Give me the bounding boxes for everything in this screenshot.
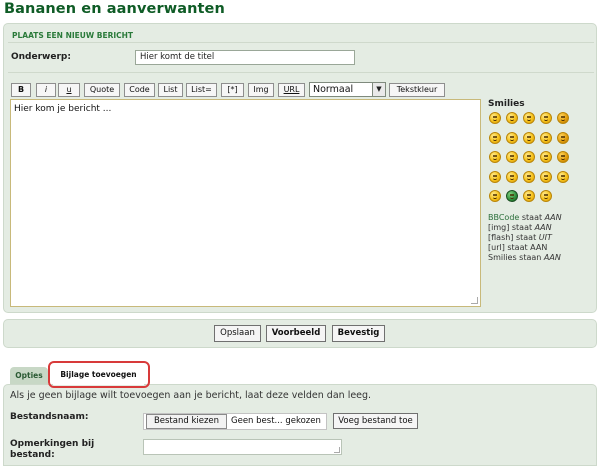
smiley-idea-icon[interactable] (540, 170, 552, 183)
remarks-label-line2: bestand: (10, 450, 55, 460)
smiley-wink-icon[interactable] (523, 112, 535, 124)
preview-button[interactable]: Voorbeeld (266, 325, 326, 342)
smiley-alien-icon[interactable] (506, 190, 518, 202)
remarks-label: Opmerkingen bij bestand: (10, 439, 94, 461)
bold-button[interactable]: B (11, 83, 31, 97)
save-button[interactable]: Opslaan (214, 325, 261, 342)
chevron-down-icon[interactable]: ▼ (372, 83, 385, 96)
smiley-confused-icon[interactable] (489, 131, 501, 144)
list-button[interactable]: List (158, 83, 183, 97)
quote-button[interactable]: Quote (84, 83, 120, 97)
smiley-cool-icon[interactable] (540, 112, 552, 124)
resize-grip-icon[interactable] (471, 297, 478, 304)
font-size-select[interactable]: Normaal ▼ (309, 82, 386, 97)
flash-status: [flash] staat UIT (488, 233, 552, 242)
img-button[interactable]: Img (248, 83, 274, 97)
smiley-exclaim-icon[interactable] (506, 170, 518, 183)
smiley-grin-icon[interactable] (489, 112, 501, 124)
list-item-button[interactable]: [*] (221, 83, 244, 97)
bbcode-status-value: AAN (544, 213, 562, 222)
page-title: Bananen en aanverwanten (4, 1, 225, 17)
section-heading: PLAATS EEN NIEUW BERICHT (12, 31, 134, 40)
subject-input[interactable]: Hier komt de titel (135, 50, 355, 65)
smiley-shocked-icon[interactable] (557, 112, 569, 124)
smiley-mad-icon[interactable] (506, 151, 518, 163)
no-file-text: Geen best... gekozen (231, 416, 321, 426)
bbcode-status-text: staat (521, 213, 543, 222)
smiley-angry-icon[interactable] (489, 151, 501, 163)
flash-status-value: UIT (538, 233, 552, 242)
smilies-title: Smilies (488, 99, 525, 109)
subject-label: Onderwerp: (11, 52, 71, 62)
resize-grip-icon[interactable] (334, 447, 340, 453)
img-status: [img] staat AAN (488, 223, 552, 232)
smiley-neutral-icon[interactable] (523, 151, 535, 163)
img-status-value: AAN (534, 223, 552, 232)
heading-divider (8, 42, 594, 43)
img-status-text: [img] staat (488, 223, 533, 232)
add-file-button[interactable]: Voeg bestand toe (333, 413, 418, 429)
message-text: Hier kom je bericht ... (14, 104, 112, 114)
smilies-status-text: Smilies staan (488, 253, 542, 262)
smiley-geek-icon[interactable] (540, 190, 552, 202)
list-numbered-button[interactable]: List= (186, 83, 217, 97)
font-size-value: Normaal (313, 84, 354, 95)
confirm-button[interactable]: Bevestig (332, 325, 385, 342)
url-status: [url] staat AAN (488, 243, 548, 252)
flash-status-text: [flash] staat (488, 233, 537, 242)
subject-divider (8, 72, 594, 73)
tab-highlight (48, 361, 150, 388)
smiley-puzzled-icon[interactable] (489, 190, 501, 202)
smiley-arrow-icon[interactable] (557, 170, 569, 183)
smiley-question-icon[interactable] (523, 170, 535, 183)
remarks-label-line1: Opmerkingen bij (10, 439, 95, 449)
text-color-button[interactable]: Tekstkleur (389, 83, 445, 97)
smiley-tongue-icon[interactable] (489, 170, 501, 183)
bbcode-link[interactable]: BBCode (488, 213, 519, 222)
italic-button[interactable]: i (36, 83, 56, 97)
smiley-happy-icon[interactable] (506, 112, 518, 124)
message-textarea[interactable]: Hier kom je bericht ... (10, 99, 481, 307)
choose-file-button[interactable]: Bestand kiezen (146, 414, 227, 429)
smiley-nerd-icon[interactable] (523, 190, 535, 202)
remarks-textarea[interactable] (143, 439, 342, 455)
smiley-evil-icon[interactable] (557, 131, 569, 144)
bbcode-status: BBCode staat AAN (488, 213, 562, 222)
smiley-sad-icon[interactable] (506, 131, 518, 144)
url-button[interactable]: URL (278, 83, 305, 97)
smilies-status: Smilies staan AAN (488, 253, 561, 262)
tab-options[interactable]: Opties (10, 367, 48, 384)
smiley-sunglasses-icon[interactable] (523, 131, 535, 144)
smiley-surprised-icon[interactable] (540, 151, 552, 163)
attachment-intro: Als je geen bijlage wilt toevoegen aan j… (10, 390, 372, 401)
smilies-status-value: AAN (543, 253, 561, 262)
smiley-laugh-icon[interactable] (540, 131, 552, 144)
smiley-devil-icon[interactable] (557, 151, 569, 163)
filename-label: Bestandsnaam: (10, 412, 89, 422)
underline-button[interactable]: u (58, 83, 80, 97)
code-button[interactable]: Code (124, 83, 155, 97)
